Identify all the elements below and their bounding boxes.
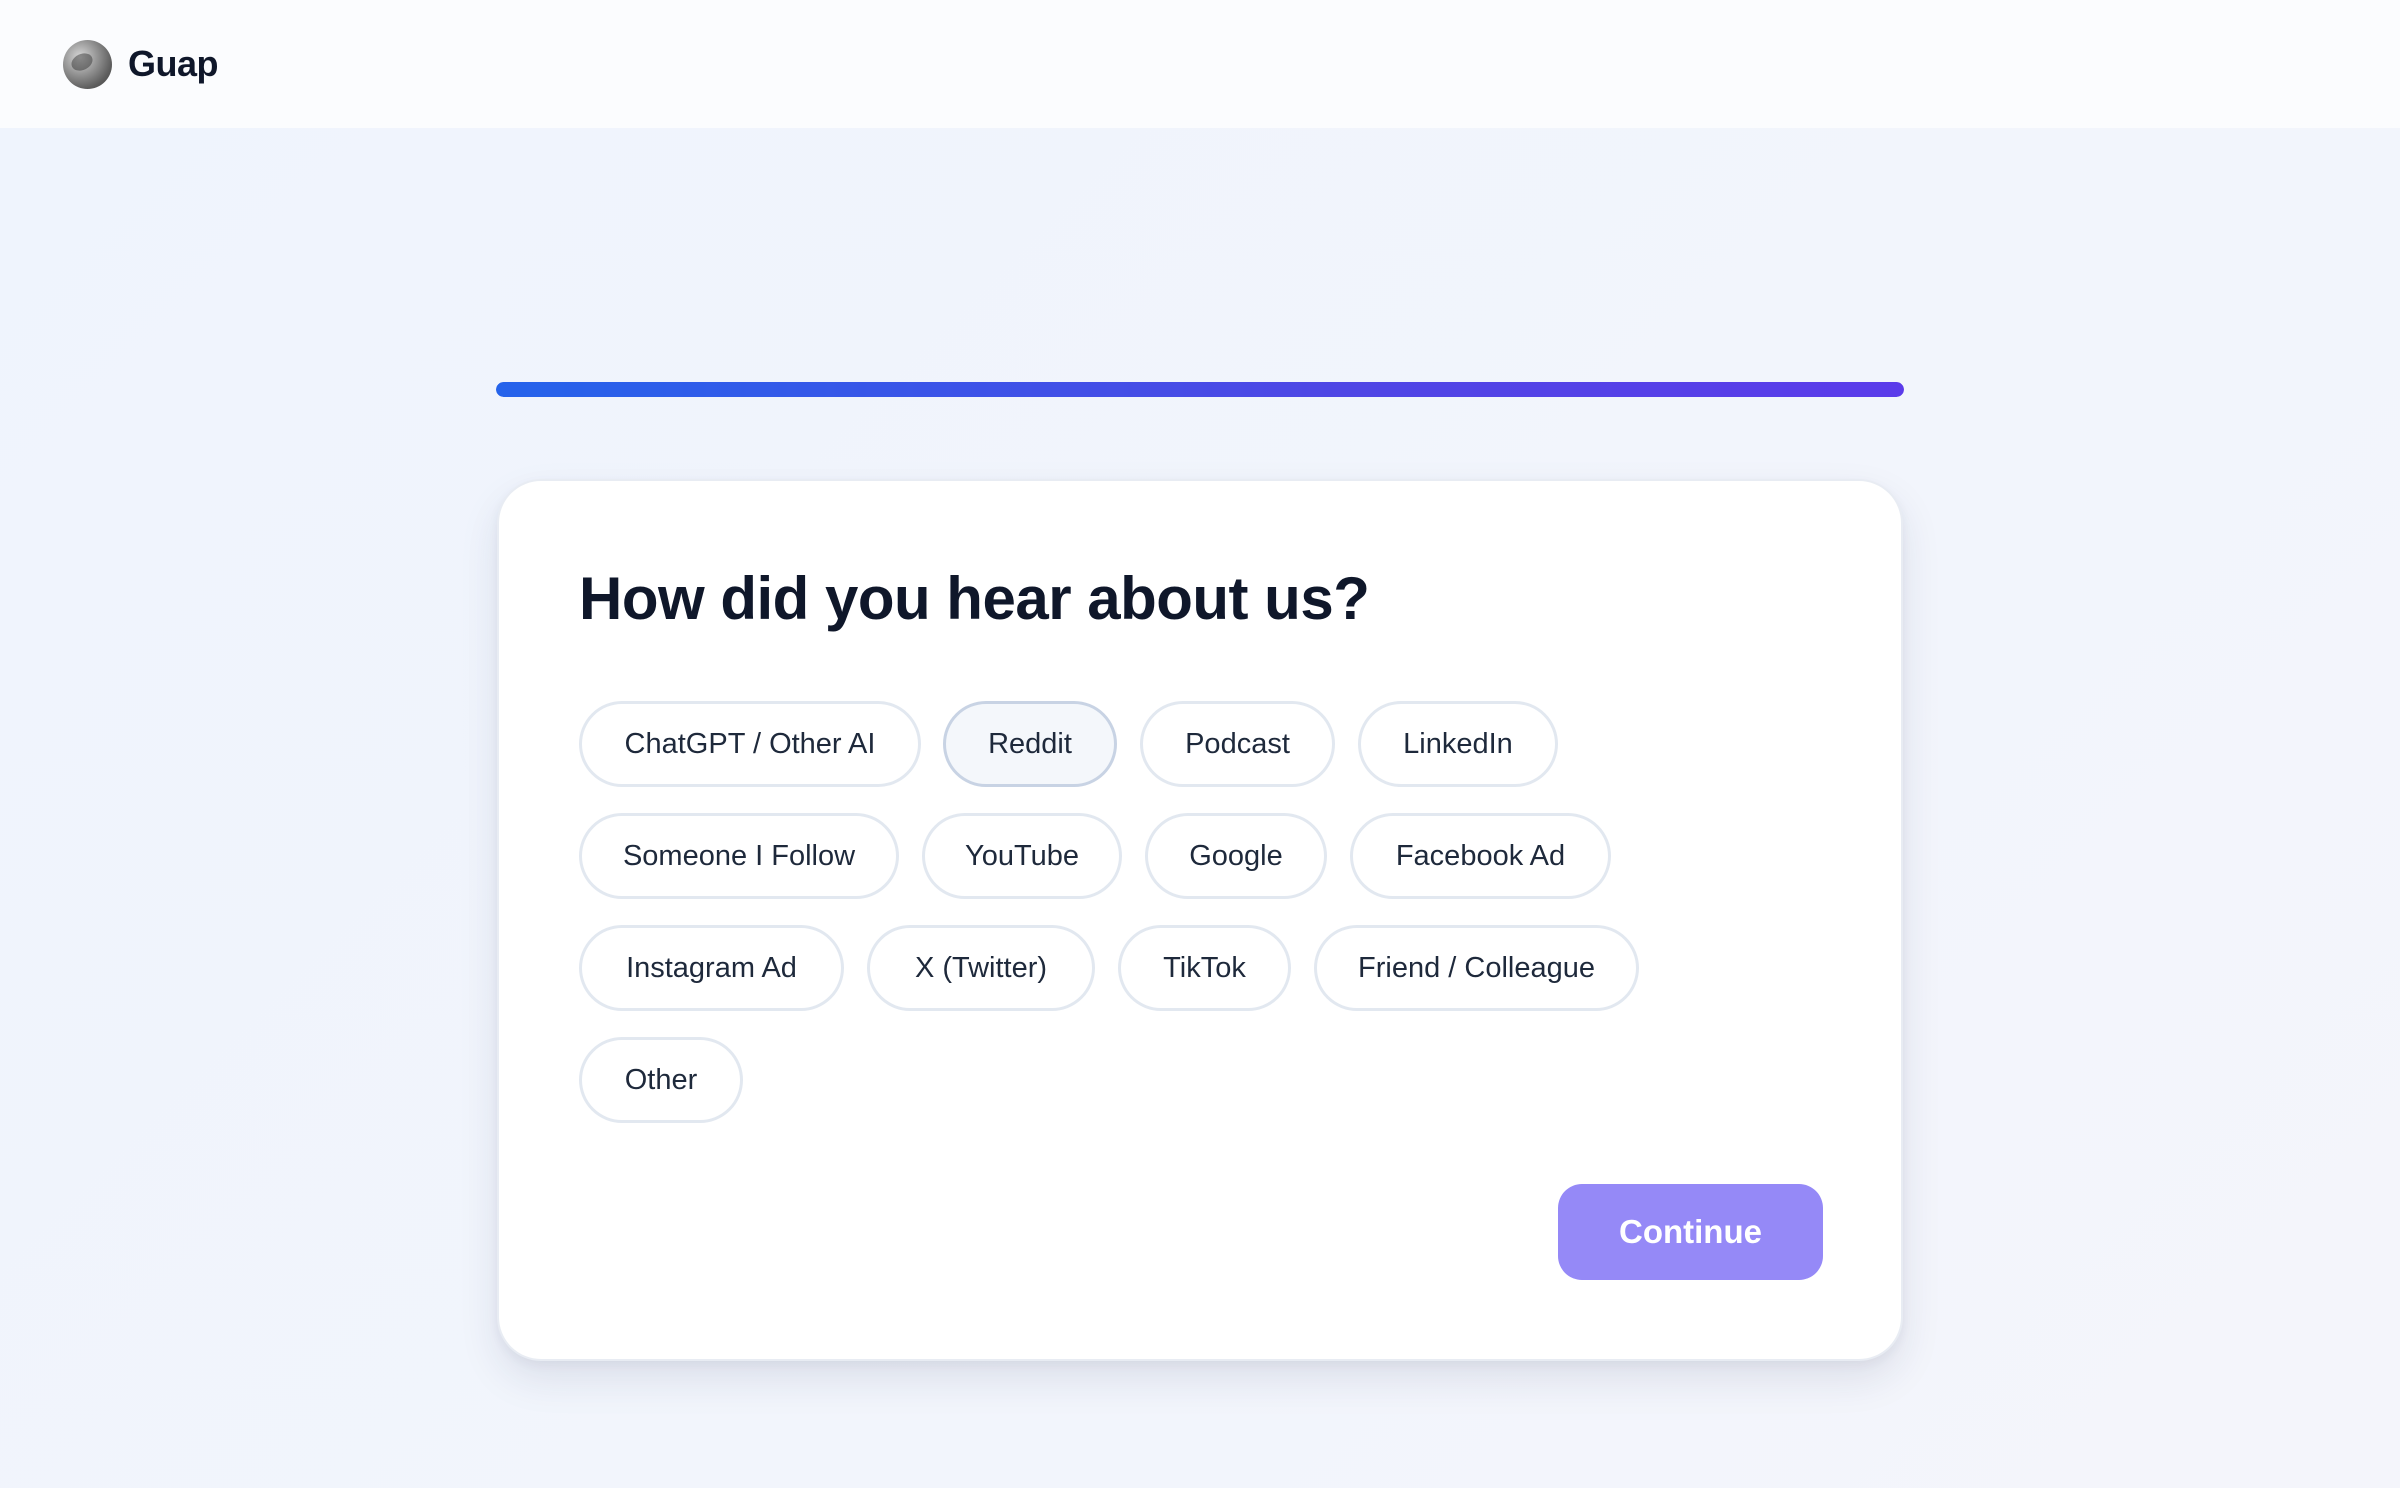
progress-bar bbox=[496, 382, 1904, 397]
brand-name[interactable]: Guap bbox=[128, 43, 219, 85]
option-reddit[interactable]: Reddit bbox=[943, 701, 1117, 787]
top-bar: Guap bbox=[0, 0, 2400, 128]
question-title: How did you hear about us? bbox=[579, 565, 1370, 632]
globe-logo-icon[interactable] bbox=[63, 39, 112, 89]
question-card: How did you hear about us? ChatGPT / Oth… bbox=[497, 479, 1903, 1361]
option-instagram-ad[interactable]: Instagram Ad bbox=[579, 925, 844, 1011]
option-other[interactable]: Other bbox=[579, 1037, 743, 1123]
option-tiktok[interactable]: TikTok bbox=[1118, 925, 1291, 1011]
option-youtube[interactable]: YouTube bbox=[922, 813, 1122, 899]
option-linkedin[interactable]: LinkedIn bbox=[1358, 701, 1558, 787]
continue-button[interactable]: Continue bbox=[1558, 1184, 1823, 1280]
option-google[interactable]: Google bbox=[1145, 813, 1327, 899]
option-someone-i-follow[interactable]: Someone I Follow bbox=[579, 813, 899, 899]
progress-bar-fill bbox=[496, 382, 1904, 397]
option-friend-colleague[interactable]: Friend / Colleague bbox=[1314, 925, 1639, 1011]
option-x-twitter[interactable]: X (Twitter) bbox=[867, 925, 1095, 1011]
option-chatgpt-other-ai[interactable]: ChatGPT / Other AI bbox=[579, 701, 921, 787]
option-podcast[interactable]: Podcast bbox=[1140, 701, 1335, 787]
option-facebook-ad[interactable]: Facebook Ad bbox=[1350, 813, 1611, 899]
